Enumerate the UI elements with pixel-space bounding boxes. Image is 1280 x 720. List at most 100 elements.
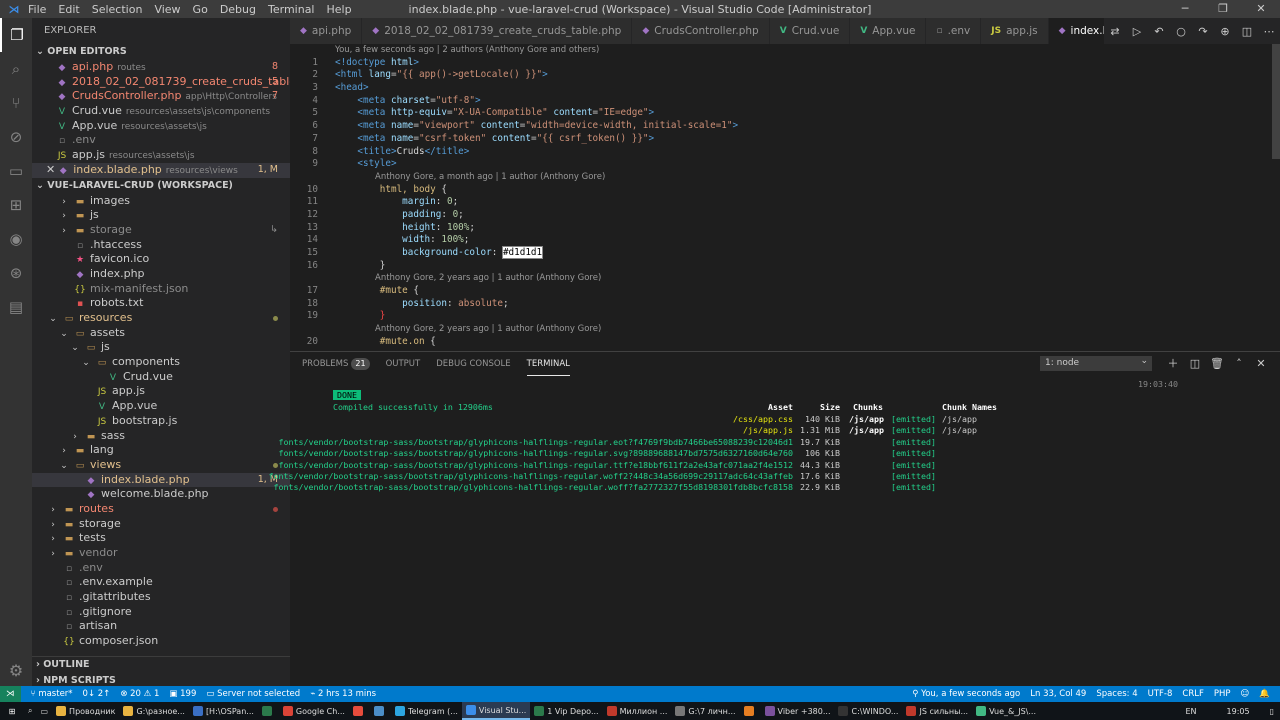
menu-item-view[interactable]: View	[154, 3, 180, 16]
tree-folder[interactable]: › ▬ js	[32, 208, 290, 223]
gear-icon[interactable]: ⚙	[0, 661, 32, 680]
tree-file[interactable]: {} composer.json	[32, 634, 290, 649]
close-editor-icon[interactable]: ✕	[46, 163, 55, 176]
taskbar-app[interactable]: 1 Vip Depo...	[530, 702, 602, 720]
smiley-icon[interactable]: ☺	[1241, 689, 1250, 699]
code-line[interactable]: 1 <!doctype html>	[290, 57, 1280, 70]
npm-scripts-header[interactable]: › NPM SCRIPTS	[32, 673, 290, 686]
remote-icon[interactable]: ▭	[0, 154, 32, 188]
codelens[interactable]: You, a few seconds ago | 2 authors (Anth…	[290, 44, 1280, 57]
code-line[interactable]: 15 background-color: #d1d1d1	[290, 246, 1280, 260]
open-editor-item[interactable]: ✕ ◆ index.blade.php resources\views 1, M	[32, 162, 290, 178]
menu-item-terminal[interactable]: Terminal	[268, 3, 315, 16]
split-terminal-icon[interactable]: ◫	[1184, 357, 1206, 370]
code-line[interactable]: 19 }	[290, 310, 1280, 323]
editor-tab[interactable]: V Crud.vue	[769, 18, 851, 44]
language-indicator[interactable]: EN	[1185, 707, 1196, 716]
files-icon[interactable]: ❐	[0, 18, 32, 52]
code-line[interactable]: 14 width: 100%;	[290, 234, 1280, 247]
tree-folder[interactable]: ⌄ ▭ components	[32, 355, 290, 370]
panel-tab-debug-console[interactable]: DEBUG CONSOLE	[436, 352, 510, 376]
tree-folder[interactable]: ⌄ ▭ js	[32, 340, 290, 355]
git-icon[interactable]: ⊕	[1214, 25, 1236, 38]
tree-file[interactable]: ▫ .gitattributes	[32, 590, 290, 605]
menu-item-edit[interactable]: Edit	[58, 3, 79, 16]
server-status[interactable]: ▭ Server not selected	[206, 689, 300, 699]
outline-header[interactable]: › OUTLINE	[32, 657, 290, 673]
code-line[interactable]: 12 padding: 0;	[290, 209, 1280, 222]
compare-icon[interactable]: ⇄	[1104, 25, 1126, 38]
tree-folder[interactable]: ⌄ ▭ views	[32, 458, 290, 473]
taskbar-app[interactable]: Google Ch...	[279, 702, 349, 720]
start-icon[interactable]: ⊞	[0, 702, 24, 720]
panel-tab-problems[interactable]: PROBLEMS 21	[302, 352, 370, 376]
codelens[interactable]: Anthony Gore, 2 years ago | 1 author (An…	[290, 272, 1280, 285]
editor-tab[interactable]: ◆ 2018_02_02_081739_create_cruds_table.ph…	[362, 18, 633, 44]
add-terminal-icon[interactable]: ＋	[1162, 355, 1184, 371]
code-line[interactable]: 9 <style>	[290, 158, 1280, 171]
code-line[interactable]: 8 <title>Cruds</title>	[290, 146, 1280, 159]
panel-tab-output[interactable]: OUTPUT	[386, 352, 421, 376]
tree-folder[interactable]: › ▬ sass	[32, 429, 290, 444]
search-taskbar-icon[interactable]: ⌕	[24, 702, 36, 720]
folder-icon[interactable]: ▤	[0, 290, 32, 324]
open-editor-item[interactable]: ◆ api.php routes 8	[32, 60, 290, 75]
menu-item-debug[interactable]: Debug	[220, 3, 256, 16]
task-view-icon[interactable]: ▭	[36, 702, 52, 720]
source-control-icon[interactable]: ⑂	[0, 86, 32, 120]
run-icon[interactable]: ▷	[1126, 25, 1148, 38]
open-editor-item[interactable]: ◆ 2018_02_02_081739_create_cruds_table.ph…	[32, 75, 290, 90]
editor-tab[interactable]: V App.vue	[850, 18, 927, 44]
tree-folder[interactable]: ⌄ ▭ assets	[32, 326, 290, 341]
tree-folder[interactable]: › ▬ tests	[32, 531, 290, 546]
back-icon[interactable]: ↶	[1148, 25, 1170, 38]
tree-folder[interactable]: › ▬ vendor	[32, 546, 290, 561]
tree-file[interactable]: JS bootstrap.js	[32, 414, 290, 429]
code-line[interactable]: 18 position: absolute;	[290, 298, 1280, 311]
codelens[interactable]: Anthony Gore, a month ago | 1 author (An…	[290, 171, 1280, 184]
taskbar-app[interactable]	[370, 702, 391, 720]
open-editor-item[interactable]: JS app.js resources\assets\js	[32, 148, 290, 163]
time-spent-status[interactable]: ⌁ 2 hrs 13 mins	[310, 689, 376, 699]
tree-folder[interactable]: › ▬ storage	[32, 517, 290, 532]
trash-icon[interactable]: 🗑	[1206, 357, 1228, 370]
tree-folder[interactable]: › ▬ storage ↳	[32, 223, 290, 238]
taskbar-app[interactable]: Проводник	[52, 702, 119, 720]
chevron-up-icon[interactable]: ˄	[1228, 357, 1250, 370]
cursor-position[interactable]: Ln 33, Col 49	[1030, 689, 1086, 699]
taskbar-app[interactable]: Viber +380...	[761, 702, 835, 720]
tree-file[interactable]: ▫ .gitignore	[32, 605, 290, 620]
editor-tab[interactable]: JS app.js	[981, 18, 1049, 44]
open-editor-item[interactable]: ◆ CrudsController.php app\Http\Controllers…	[32, 89, 290, 104]
tree-file[interactable]: ▪ robots.txt	[32, 296, 290, 311]
code-line[interactable]: 4 <meta charset="utf-8">	[290, 95, 1280, 108]
taskbar-app[interactable]: Visual Stu...	[461, 702, 531, 720]
problems-status[interactable]: ⊗ 20 ⚠ 1	[120, 689, 159, 699]
taskbar-app[interactable]: Vue_&_JS\...	[972, 702, 1040, 720]
ports-status[interactable]: ▣ 199	[169, 689, 196, 699]
code-line[interactable]: 10 html, body {	[290, 184, 1280, 197]
taskbar-app[interactable]: G:\разное...	[119, 702, 189, 720]
remote-status-icon[interactable]: ⋊	[0, 686, 21, 702]
close-icon[interactable]: ✕	[1242, 0, 1280, 18]
code-editor[interactable]: You, a few seconds ago | 2 authors (Anth…	[290, 44, 1280, 351]
tree-file[interactable]: {} mix-manifest.json	[32, 282, 290, 297]
open-editor-item[interactable]: V Crud.vue resources\assets\js\components	[32, 104, 290, 119]
code-line[interactable]: 6 <meta name="viewport" content="width=d…	[290, 120, 1280, 133]
tree-file[interactable]: V Crud.vue	[32, 370, 290, 385]
open-editor-item[interactable]: ▫ .env	[32, 133, 290, 148]
code-line[interactable]: 13 height: 100%;	[290, 222, 1280, 235]
tree-file[interactable]: ★ favicon.ico	[32, 252, 290, 267]
terminal-select[interactable]: 1: node	[1040, 354, 1152, 371]
menu-item-selection[interactable]: Selection	[92, 3, 143, 16]
code-line[interactable]: 2 <html lang="{{ app()->getLocale() }}">	[290, 69, 1280, 82]
tree-file[interactable]: V App.vue	[32, 399, 290, 414]
codelens[interactable]: Anthony Gore, 2 years ago | 1 author (An…	[290, 323, 1280, 336]
menu-item-file[interactable]: File	[28, 3, 46, 16]
tree-file[interactable]: ◆ index.php	[32, 267, 290, 282]
workspace-header[interactable]: ⌄ VUE-LARAVEL-CRUD (WORKSPACE)	[32, 178, 290, 194]
branch-status[interactable]: ⑂ master*	[31, 689, 73, 699]
taskbar-app[interactable]	[258, 702, 279, 720]
code-line[interactable]: 20 #mute.on {	[290, 336, 1280, 349]
forward-icon[interactable]: ↷	[1192, 25, 1214, 38]
